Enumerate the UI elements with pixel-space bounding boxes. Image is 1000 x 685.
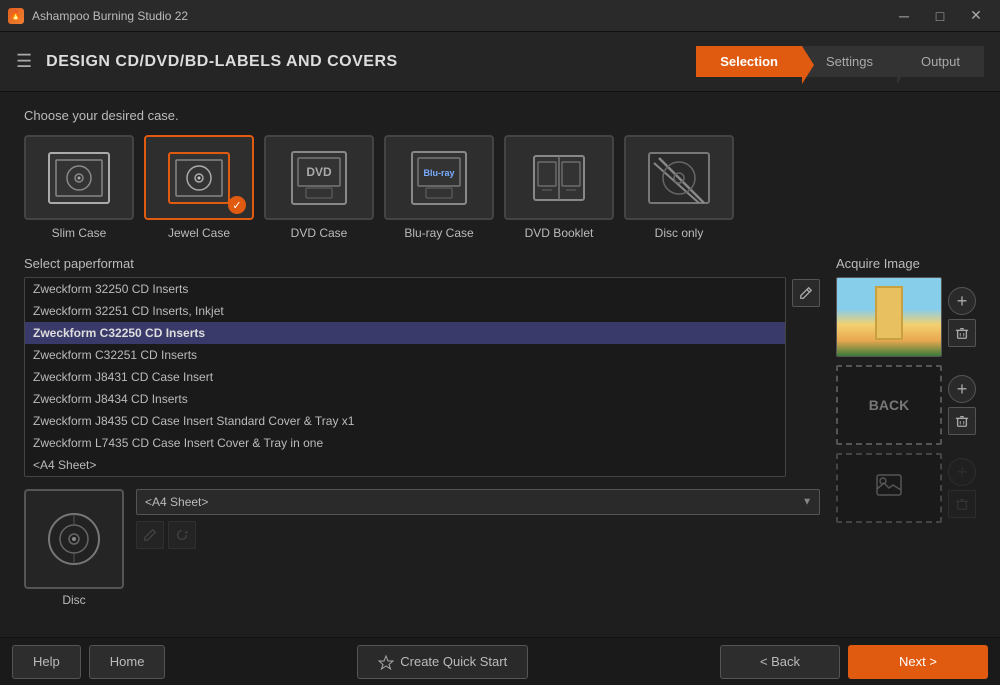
case-disconly[interactable]: Disc only [624,135,734,240]
app-title: Ashampoo Burning Studio 22 [32,9,188,23]
step-settings[interactable]: Settings [802,46,897,77]
list-item[interactable]: <A4 Sheet> [25,454,785,476]
delete-inner-image-button [948,490,976,518]
menu-icon[interactable]: ☰ [16,51,32,72]
beach-image [837,278,941,356]
delete-back-image-button[interactable] [948,407,976,435]
case-jewel-icon: ✓ [144,135,254,220]
edit-format-button [136,521,164,549]
app-icon: 🔥 [8,8,24,24]
case-bluray[interactable]: Blu-ray Blu-ray Case [384,135,494,240]
image-placeholder-icon [875,473,903,503]
case-jewel[interactable]: ✓ Jewel Case [144,135,254,240]
quick-start-label: Create Quick Start [400,654,507,669]
case-disconly-label: Disc only [655,226,704,240]
close-button[interactable]: ✕ [960,6,992,26]
case-selector: Slim Case ✓ Jewel Case [24,135,976,240]
title-bar-controls: ─ □ ✕ [888,6,992,26]
sheet-dropdown[interactable]: <A4 Sheet> <A4 Sheet,Folded> <Letter She… [136,489,820,515]
step-output[interactable]: Output [897,46,984,77]
step-selection[interactable]: Selection [696,46,802,77]
front-image-row: + [836,277,976,357]
maximize-button[interactable]: □ [924,6,956,26]
list-item[interactable]: Zweckform 32250 CD Inserts [25,278,785,300]
minimize-button[interactable]: ─ [888,6,920,26]
header-bar: ☰ DESIGN CD/DVD/BD-LABELS AND COVERS Sel… [0,32,1000,92]
list-item[interactable]: Zweckform J8435 CD Case Insert Standard … [25,410,785,432]
add-inner-image-button: + [948,458,976,486]
svg-text:DVD: DVD [306,165,332,179]
title-bar: 🔥 Ashampoo Burning Studio 22 ─ □ ✕ [0,0,1000,32]
case-dvd[interactable]: DVD DVD Case [264,135,374,240]
case-slim[interactable]: Slim Case [24,135,134,240]
front-image-actions: + [948,287,976,347]
page-title: DESIGN CD/DVD/BD-LABELS AND COVERS [46,53,398,71]
list-item[interactable]: <A4 Sheet,Folded> [25,476,785,477]
list-item[interactable]: Zweckform J8431 CD Case Insert [25,366,785,388]
svg-text:Blu-ray: Blu-ray [423,168,454,178]
bottom-left-area: Disc <A4 Sheet> <A4 Sheet,Folded> <Lette… [24,489,820,607]
main-content: Choose your desired case. Slim Case [0,92,1000,637]
quick-start-icon [378,654,394,670]
footer: Help Home Create Quick Start < Back Next… [0,637,1000,685]
rotate-button [168,521,196,549]
case-jewel-check: ✓ [228,196,246,214]
right-panel: Acquire Image + [836,256,976,607]
list-item[interactable]: Zweckform 32251 CD Inserts, Inkjet [25,300,785,322]
paper-format-list[interactable]: Zweckform 32250 CD Inserts Zweckform 322… [24,277,786,477]
case-bluray-icon: Blu-ray [384,135,494,220]
list-item[interactable]: Zweckform J8434 CD Inserts [25,388,785,410]
case-slim-icon [24,135,134,220]
inner-image-slot [836,453,942,523]
lower-section: Select paperformat Zweckform 32250 CD In… [24,256,976,607]
case-slim-label: Slim Case [52,226,107,240]
title-bar-left: 🔥 Ashampoo Burning Studio 22 [8,8,188,24]
edit-icon-button[interactable] [792,279,820,307]
header-steps: Selection Settings Output [696,46,984,77]
help-button[interactable]: Help [12,645,81,679]
back-label: BACK [869,397,909,413]
dropdown-wrap: <A4 Sheet> <A4 Sheet,Folded> <Letter She… [136,489,820,515]
list-item[interactable]: Zweckform C32251 CD Inserts [25,344,785,366]
inner-image-actions: + [948,458,976,518]
acquire-label: Acquire Image [836,256,976,271]
next-button[interactable]: Next > [848,645,988,679]
choose-case-label: Choose your desired case. [24,108,976,123]
case-booklet[interactable]: DVD Booklet [504,135,614,240]
dropdown-area: <A4 Sheet> <A4 Sheet,Folded> <Letter She… [136,489,820,549]
case-dvd-label: DVD Case [291,226,348,240]
list-item[interactable]: Zweckform L7435 CD Case Insert Cover & T… [25,432,785,454]
disc-preview [24,489,124,589]
back-image-row: BACK + [836,365,976,445]
case-jewel-label: Jewel Case [168,226,230,240]
inner-image-row: + [836,453,976,523]
quick-start-button[interactable]: Create Quick Start [357,645,528,679]
case-booklet-icon [504,135,614,220]
delete-front-image-button[interactable] [948,319,976,347]
disc-label: Disc [62,593,85,607]
back-image-slot: BACK [836,365,942,445]
dropdown-icon-row [136,521,820,549]
home-button[interactable]: Home [89,645,166,679]
back-button[interactable]: < Back [720,645,840,679]
back-image-actions: + [948,375,976,435]
case-booklet-label: DVD Booklet [525,226,594,240]
case-disconly-icon [624,135,734,220]
left-panel: Select paperformat Zweckform 32250 CD In… [24,256,820,607]
header-left: ☰ DESIGN CD/DVD/BD-LABELS AND COVERS [16,51,398,72]
add-back-image-button[interactable]: + [948,375,976,403]
case-dvd-icon: DVD [264,135,374,220]
front-image-slot [836,277,942,357]
paper-format-label: Select paperformat [24,256,820,271]
add-front-image-button[interactable]: + [948,287,976,315]
list-item-selected[interactable]: Zweckform C32250 CD Inserts [25,322,785,344]
case-bluray-label: Blu-ray Case [404,226,473,240]
